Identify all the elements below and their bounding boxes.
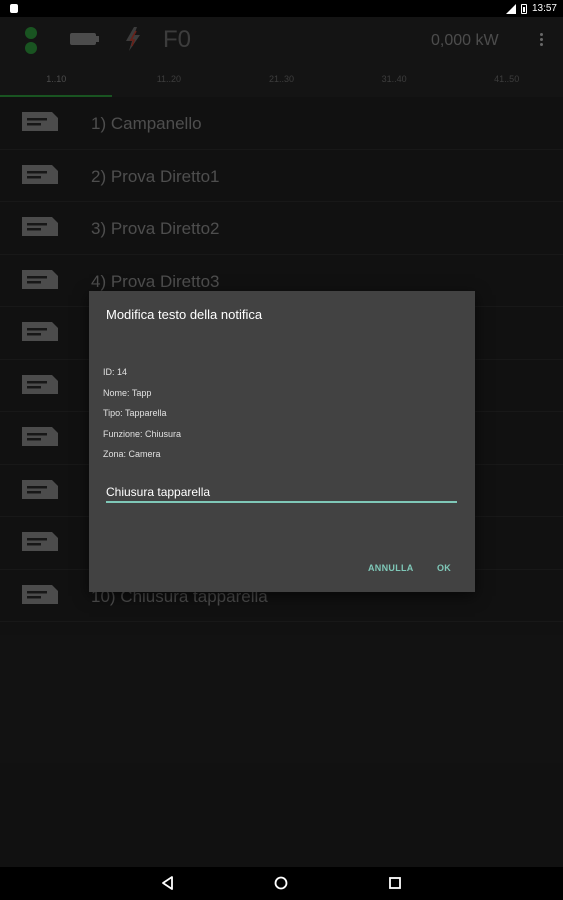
- recents-icon[interactable]: [387, 875, 403, 891]
- notification-text-input[interactable]: [106, 484, 457, 500]
- notification-text-field: [106, 483, 457, 503]
- edit-notification-dialog: Modifica testo della notifica ID: 14 Nom…: [89, 291, 475, 592]
- back-icon[interactable]: [160, 875, 176, 891]
- navigation-bar: [0, 867, 563, 900]
- info-tipo: Tipo: Tapparella: [103, 408, 167, 418]
- ok-button[interactable]: OK: [437, 563, 451, 573]
- dialog-title: Modifica testo della notifica: [106, 307, 263, 322]
- info-zona: Zona: Camera: [103, 449, 161, 459]
- input-underline: [106, 501, 457, 503]
- signal-icon: [505, 3, 516, 14]
- battery-status-icon: [520, 3, 527, 14]
- cancel-button[interactable]: ANNULLA: [368, 563, 414, 573]
- info-nome: Nome: Tapp: [103, 388, 152, 398]
- info-funzione: Funzione: Chiusura: [103, 429, 182, 439]
- status-time: 13:57: [531, 3, 557, 14]
- home-icon[interactable]: [273, 875, 289, 891]
- info-id: ID: 14: [103, 367, 128, 377]
- notification-icon: [10, 4, 18, 13]
- status-bar: 13:57: [0, 0, 563, 17]
